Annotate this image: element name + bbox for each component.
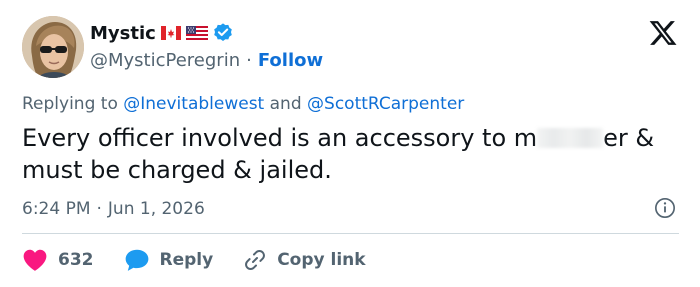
user-handle[interactable]: @MysticPeregrin: [90, 50, 240, 71]
tweet-text-part-2: er &: [603, 124, 655, 152]
copy-link-label: Copy link: [277, 250, 366, 270]
avatar[interactable]: [22, 16, 84, 78]
divider: [22, 233, 679, 234]
verified-badge-icon: [212, 22, 234, 44]
tweet-date[interactable]: Jun 1, 2026: [108, 199, 205, 219]
reply-context-joiner: and: [269, 94, 302, 114]
mention-link-2[interactable]: @ScottRCarpenter: [307, 94, 464, 114]
reply-button[interactable]: Reply: [124, 248, 214, 272]
tweet-text-part-1: Every officer involved is an accessory t…: [22, 124, 538, 152]
usa-flag-icon: [185, 26, 208, 40]
heart-icon: [23, 249, 47, 271]
display-name[interactable]: Mystic: [90, 23, 156, 44]
user-info: Mystic @MysticPeregrin · Follow: [90, 20, 323, 72]
copy-link-button[interactable]: Copy link: [243, 248, 366, 272]
tweet-header: Mystic @MysticPeregrin · Follow: [22, 16, 682, 80]
link-icon: [245, 249, 266, 271]
mention-link-1[interactable]: @Inevitablewest: [123, 94, 264, 114]
info-icon[interactable]: [654, 197, 676, 219]
tweet-embed-card: Mystic @MysticPeregrin · Follow Replying…: [0, 0, 700, 287]
like-count: 632: [58, 250, 94, 270]
handle-separator: ·: [246, 50, 252, 71]
follow-button[interactable]: Follow: [258, 50, 323, 71]
action-bar: 632 Reply Copy link: [22, 244, 396, 276]
meta-separator: ·: [96, 199, 102, 219]
tweet-body: Every officer involved is an accessory t…: [22, 122, 682, 186]
like-button[interactable]: 632: [22, 248, 94, 272]
reply-context: Replying to @Inevitablewest and @ScottRC…: [22, 94, 464, 114]
tweet-meta: 6:24 PM · Jun 1, 2026: [22, 197, 678, 221]
speech-bubble-icon: [125, 249, 148, 271]
handle-row: @MysticPeregrin · Follow: [90, 50, 323, 71]
tweet-time[interactable]: 6:24 PM: [22, 199, 91, 219]
reply-context-prefix: Replying to: [22, 94, 118, 114]
tweet-text-line-2: must be charged & jailed.: [22, 156, 332, 184]
x-logo-icon[interactable]: [648, 18, 678, 48]
name-row: Mystic: [90, 20, 323, 46]
canada-flag-icon: [160, 26, 181, 40]
censored-word-blur: [537, 128, 604, 148]
reply-label: Reply: [159, 250, 214, 270]
